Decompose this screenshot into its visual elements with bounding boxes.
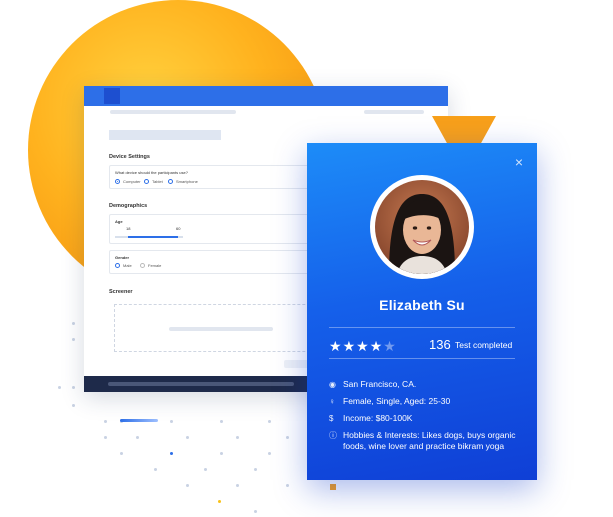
device-settings-heading: Device Settings [109,154,150,160]
device-option-computer[interactable]: Computer [115,179,141,184]
page-title-placeholder [109,130,221,140]
device-settings-card: What device should the participants use?… [109,165,339,189]
location-pin-icon: ◉ [329,380,336,389]
avatar [370,175,474,279]
divider [329,358,515,359]
participant-name: Elizabeth Su [379,297,465,313]
device-option-smartphone[interactable]: Smartphone [168,179,198,184]
age-slider-range[interactable] [128,236,178,238]
window-header-bar [84,86,448,106]
age-min-value: 18 [126,226,131,231]
age-max-value: 60 [176,226,181,231]
dollar-icon: $ [329,414,334,423]
tests-completed-label: Test completed [455,340,513,350]
demographics-heading: Demographics [109,203,148,209]
app-logo-square [104,88,120,104]
income-row: $ Income: $80-100K [329,413,413,423]
star-icon-4: ★ [369,338,384,354]
gender-option-female[interactable]: Female [140,263,161,268]
participant-profile-card: × Elizabeth Su ★★★★★ 136 Test completed … [307,143,537,480]
female-icon: ♀ [329,397,335,406]
rating-stars: ★★★★★ [329,338,397,355]
location-row: ◉ San Francisco, CA. [329,379,417,389]
close-icon[interactable]: × [515,155,523,169]
device-option-tablet[interactable]: Tablet [144,179,163,184]
star-icon-3: ★ [356,338,370,354]
info-icon: ⓘ [329,431,337,440]
age-card: Age 18 60 [109,214,339,244]
star-icon-2: ★ [342,338,357,354]
window-nav-bar [84,106,448,116]
device-question: What device should the participants use? [115,170,188,175]
gender-card: Gender Male Female [109,250,339,274]
star-icon-1: ★ [329,338,343,354]
demographic-row: ♀ Female, Single, Aged: 25-30 [329,396,451,406]
gender-option-male[interactable]: Male [115,263,132,268]
divider [329,327,515,328]
star-icon-5: ★ [383,338,397,354]
screener-heading: Screener [109,289,133,295]
hobbies-row: ⓘ Hobbies & Interests: Likes dogs, buys … [329,430,516,451]
avatar-photo [375,180,469,274]
age-label: Age [115,219,123,224]
gender-label: Gender [115,255,130,260]
tests-completed-count: 136 [429,337,451,352]
